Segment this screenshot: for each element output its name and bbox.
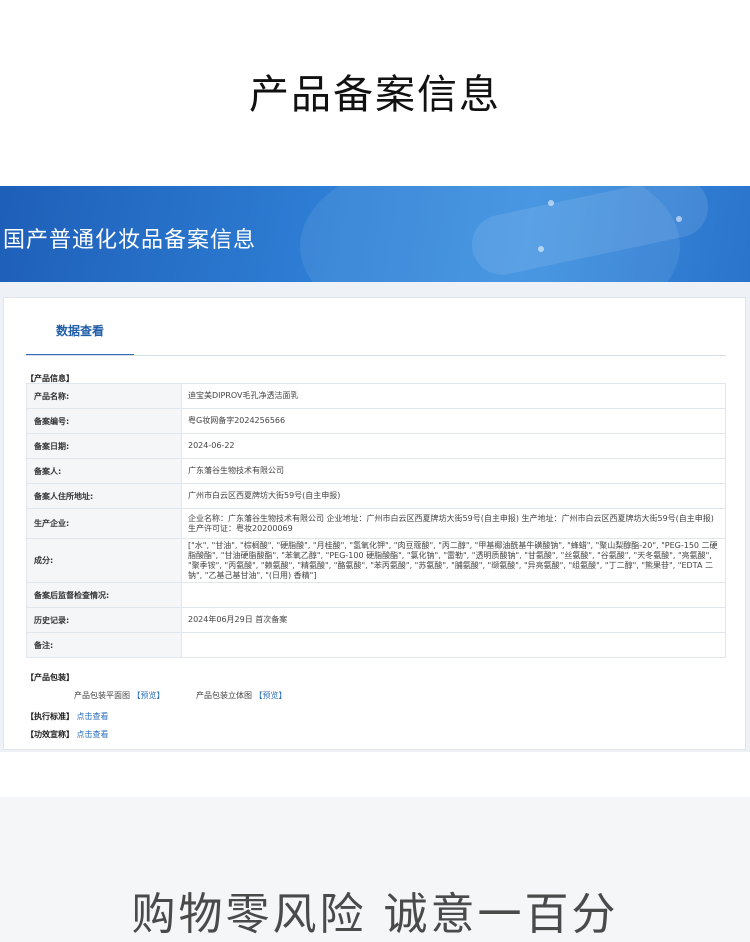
table-row: 备案人住所地址: 广州市白云区西夏牌坊大街59号(自主申报)	[26, 483, 726, 509]
packaging-solid-row: 产品包装立体图 【预览】	[196, 690, 287, 701]
row-value: 迪宝美DIPROV毛孔净透洁面乳	[181, 383, 726, 409]
efficacy-row: 【功效宣称】 点击查看	[26, 729, 109, 740]
row-key: 历史记录:	[26, 607, 182, 633]
row-value: ["水", "甘油", "棕榈酸", "硬脂酸", "月桂酸", "氢氧化钾",…	[181, 538, 726, 583]
packaging-solid-label: 产品包装立体图	[196, 691, 252, 700]
table-row: 备案后监督检查情况:	[26, 582, 726, 608]
banner-title: 国产普通化妆品备案信息	[3, 228, 257, 253]
product-info-table: 产品名称: 迪宝美DIPROV毛孔净透洁面乳 备案编号: 粤G妆网备字20242…	[26, 383, 726, 658]
row-value: 2024-06-22	[181, 433, 726, 459]
table-row: 历史记录: 2024年06月29日 首次备案	[26, 607, 726, 633]
packaging-section-label: 【产品包装】	[26, 673, 74, 682]
table-row: 备案日期: 2024-06-22	[26, 433, 726, 459]
packaging-flat-preview-link[interactable]: 【预览】	[133, 691, 165, 700]
row-value: 2024年06月29日 首次备案	[181, 607, 726, 633]
packaging-flat-row: 产品包装平面图 【预览】	[74, 690, 165, 701]
row-value: 企业名称：广东藩谷生物技术有限公司 企业地址：广州市白云区西夏牌坊大街59号(自…	[181, 508, 726, 539]
standard-row: 【执行标准】 点击查看	[26, 711, 109, 722]
banner-dot	[538, 246, 544, 252]
row-value	[181, 582, 726, 608]
efficacy-label: 【功效宣称】	[26, 730, 74, 739]
row-key: 备案人:	[26, 458, 182, 484]
tab-data-view[interactable]: 数据查看	[26, 318, 134, 356]
banner-dot	[676, 216, 682, 222]
standard-label: 【执行标准】	[26, 712, 74, 721]
row-value: 广东藩谷生物技术有限公司	[181, 458, 726, 484]
row-key: 备案人住所地址:	[26, 483, 182, 509]
content-area: 数据查看 【产品信息】 产品名称: 迪宝美DIPROV毛孔净透洁面乳 备案编号:…	[0, 282, 750, 752]
packaging-flat-label: 产品包装平面图	[74, 691, 130, 700]
slogan: 购物零风险 诚意一百分	[131, 889, 619, 940]
table-row: 备案编号: 粤G妆网备字2024256566	[26, 408, 726, 434]
row-value: 粤G妆网备字2024256566	[181, 408, 726, 434]
banner-dot	[548, 200, 554, 206]
efficacy-view-link[interactable]: 点击查看	[77, 730, 109, 739]
table-row: 成分: ["水", "甘油", "棕榈酸", "硬脂酸", "月桂酸", "氢氧…	[26, 538, 726, 583]
row-key: 成分:	[26, 538, 182, 583]
table-row: 备注:	[26, 632, 726, 658]
row-key: 备案编号:	[26, 408, 182, 434]
row-key: 生产企业:	[26, 508, 182, 539]
table-row: 备案人: 广东藩谷生物技术有限公司	[26, 458, 726, 484]
data-panel: 数据查看 【产品信息】 产品名称: 迪宝美DIPROV毛孔净透洁面乳 备案编号:…	[3, 297, 746, 750]
table-row: 产品名称: 迪宝美DIPROV毛孔净透洁面乳	[26, 383, 726, 409]
standard-view-link[interactable]: 点击查看	[77, 712, 109, 721]
row-value: 广州市白云区西夏牌坊大街59号(自主申报)	[181, 483, 726, 509]
page-title: 产品备案信息	[249, 72, 501, 118]
banner: 国产普通化妆品备案信息	[0, 186, 750, 282]
tab-divider	[26, 355, 726, 356]
row-key: 备注:	[26, 632, 182, 658]
row-key: 产品名称:	[26, 383, 182, 409]
row-key: 备案日期:	[26, 433, 182, 459]
table-row: 生产企业: 企业名称：广东藩谷生物技术有限公司 企业地址：广州市白云区西夏牌坊大…	[26, 508, 726, 539]
row-key: 备案后监督检查情况:	[26, 582, 182, 608]
row-value	[181, 632, 726, 658]
packaging-solid-preview-link[interactable]: 【预览】	[255, 691, 287, 700]
